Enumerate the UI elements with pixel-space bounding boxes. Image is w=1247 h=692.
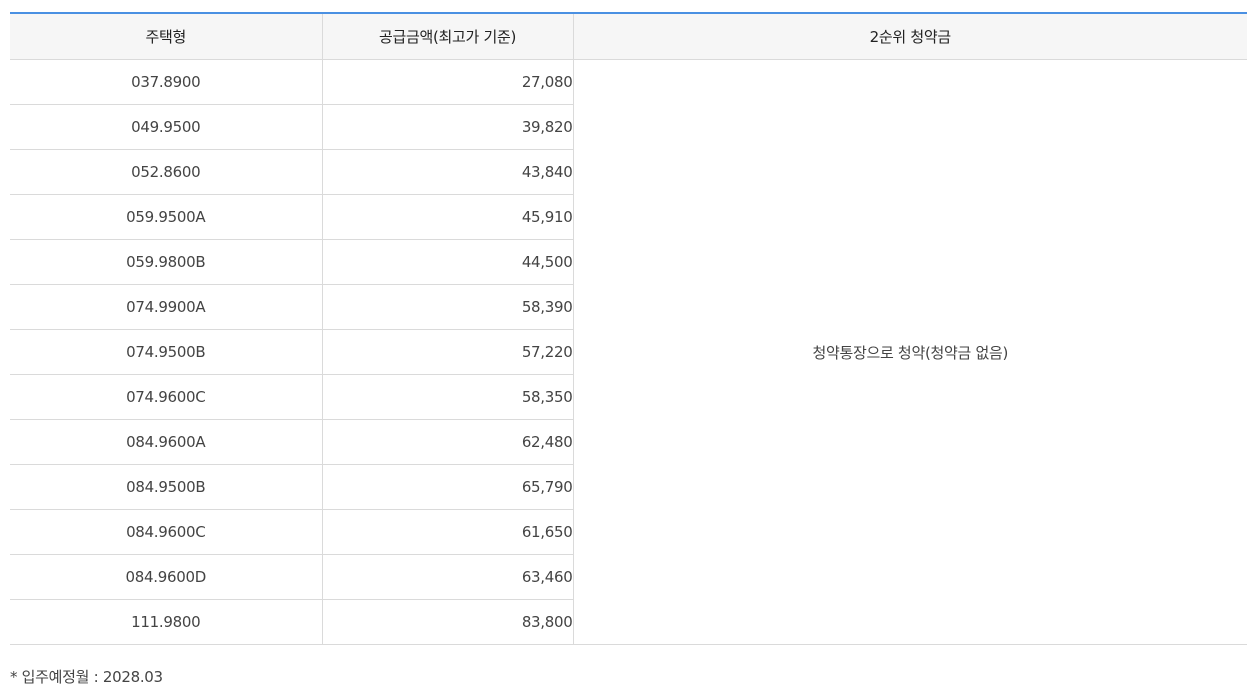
supply-amount-cell: 65,790 bbox=[321, 464, 573, 510]
supply-amount-cell: 43,840 bbox=[321, 149, 573, 195]
supply-amount-cell: 62,480 bbox=[321, 419, 573, 465]
table-header-row: 주택형 공급금액(최고가 기준) 2순위 청약금 bbox=[10, 12, 1247, 60]
housing-type-cell: 052.8600 bbox=[10, 149, 323, 195]
housing-type-cell: 074.9900A bbox=[10, 284, 323, 330]
housing-type-cell: 084.9600A bbox=[10, 419, 323, 465]
supply-price-table-container: 주택형 공급금액(최고가 기준) 2순위 청약금 037.8900 27,080… bbox=[10, 12, 1247, 645]
housing-type-cell: 084.9600C bbox=[10, 509, 323, 555]
supply-amount-cell: 63,460 bbox=[321, 554, 573, 600]
housing-type-cell: 084.9500B bbox=[10, 464, 323, 510]
supply-amount-cell: 83,800 bbox=[321, 599, 573, 645]
housing-type-cell: 049.9500 bbox=[10, 104, 323, 150]
supply-amount-cell: 45,910 bbox=[321, 194, 573, 240]
header-housing-type: 주택형 bbox=[10, 12, 323, 60]
supply-price-table: 주택형 공급금액(최고가 기준) 2순위 청약금 037.8900 27,080… bbox=[10, 12, 1247, 645]
housing-type-cell: 074.9500B bbox=[10, 329, 323, 375]
housing-type-cell: 059.9500A bbox=[10, 194, 323, 240]
housing-type-cell: 037.8900 bbox=[10, 59, 323, 105]
header-supply-amount: 공급금액(최고가 기준) bbox=[321, 12, 574, 60]
header-second-rank-deposit: 2순위 청약금 bbox=[572, 12, 1247, 60]
move-in-date-note: * 입주예정월 : 2028.03 bbox=[10, 668, 163, 686]
table-row: 037.8900 27,080 청약통장으로 청약(청약금 없음) bbox=[10, 59, 1247, 645]
deposit-cell: 청약통장으로 청약(청약금 없음) bbox=[572, 59, 1247, 645]
supply-amount-cell: 58,350 bbox=[321, 374, 573, 420]
housing-type-cell: 059.9800B bbox=[10, 239, 323, 285]
supply-amount-cell: 57,220 bbox=[321, 329, 573, 375]
housing-type-cell: 084.9600D bbox=[10, 554, 323, 600]
supply-amount-cell: 44,500 bbox=[321, 239, 573, 285]
supply-amount-cell: 58,390 bbox=[321, 284, 573, 330]
housing-type-cell: 111.9800 bbox=[10, 599, 323, 645]
housing-type-cell: 074.9600C bbox=[10, 374, 323, 420]
supply-amount-cell: 39,820 bbox=[321, 104, 573, 150]
supply-amount-cell: 27,080 bbox=[321, 59, 574, 105]
supply-amount-cell: 61,650 bbox=[321, 509, 573, 555]
